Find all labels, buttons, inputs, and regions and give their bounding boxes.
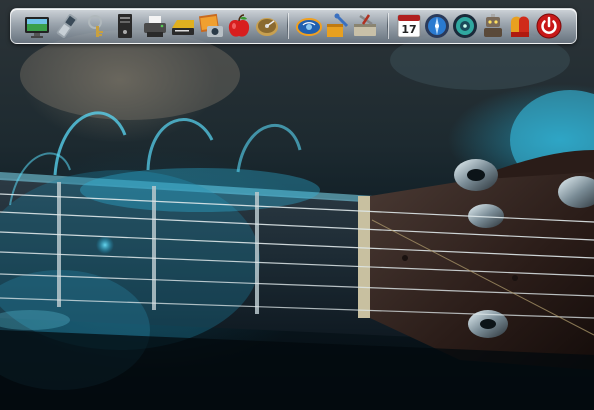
calendar-day-number: 17: [401, 23, 416, 36]
package-tools-icon[interactable]: [323, 12, 351, 40]
calendar-icon[interactable]: 17: [395, 12, 423, 40]
media-disc-icon[interactable]: [451, 12, 479, 40]
power-icon[interactable]: [535, 12, 563, 40]
mobile-phone-icon[interactable]: [53, 12, 81, 40]
photo-camera-icon[interactable]: [197, 12, 225, 40]
apple-icon[interactable]: [225, 12, 253, 40]
toolbox-icon[interactable]: [351, 12, 379, 40]
guitar-wallpaper: [0, 30, 594, 410]
robot-icon[interactable]: [479, 12, 507, 40]
keychain-icon[interactable]: [83, 12, 111, 40]
dock-separator: [287, 13, 288, 39]
tower-computer-icon[interactable]: [111, 12, 139, 40]
blue-disc-icon[interactable]: [423, 12, 451, 40]
globe-network-icon[interactable]: [295, 12, 323, 40]
desktop: 17: [0, 0, 594, 410]
hard-drive-icon[interactable]: [253, 12, 281, 40]
application-dock: 17: [10, 8, 577, 44]
dock-separator: [387, 13, 388, 39]
printer-icon[interactable]: [141, 12, 169, 40]
display-icon[interactable]: [23, 12, 51, 40]
scanner-icon[interactable]: [169, 12, 197, 40]
boxing-glove-icon[interactable]: [505, 12, 533, 40]
